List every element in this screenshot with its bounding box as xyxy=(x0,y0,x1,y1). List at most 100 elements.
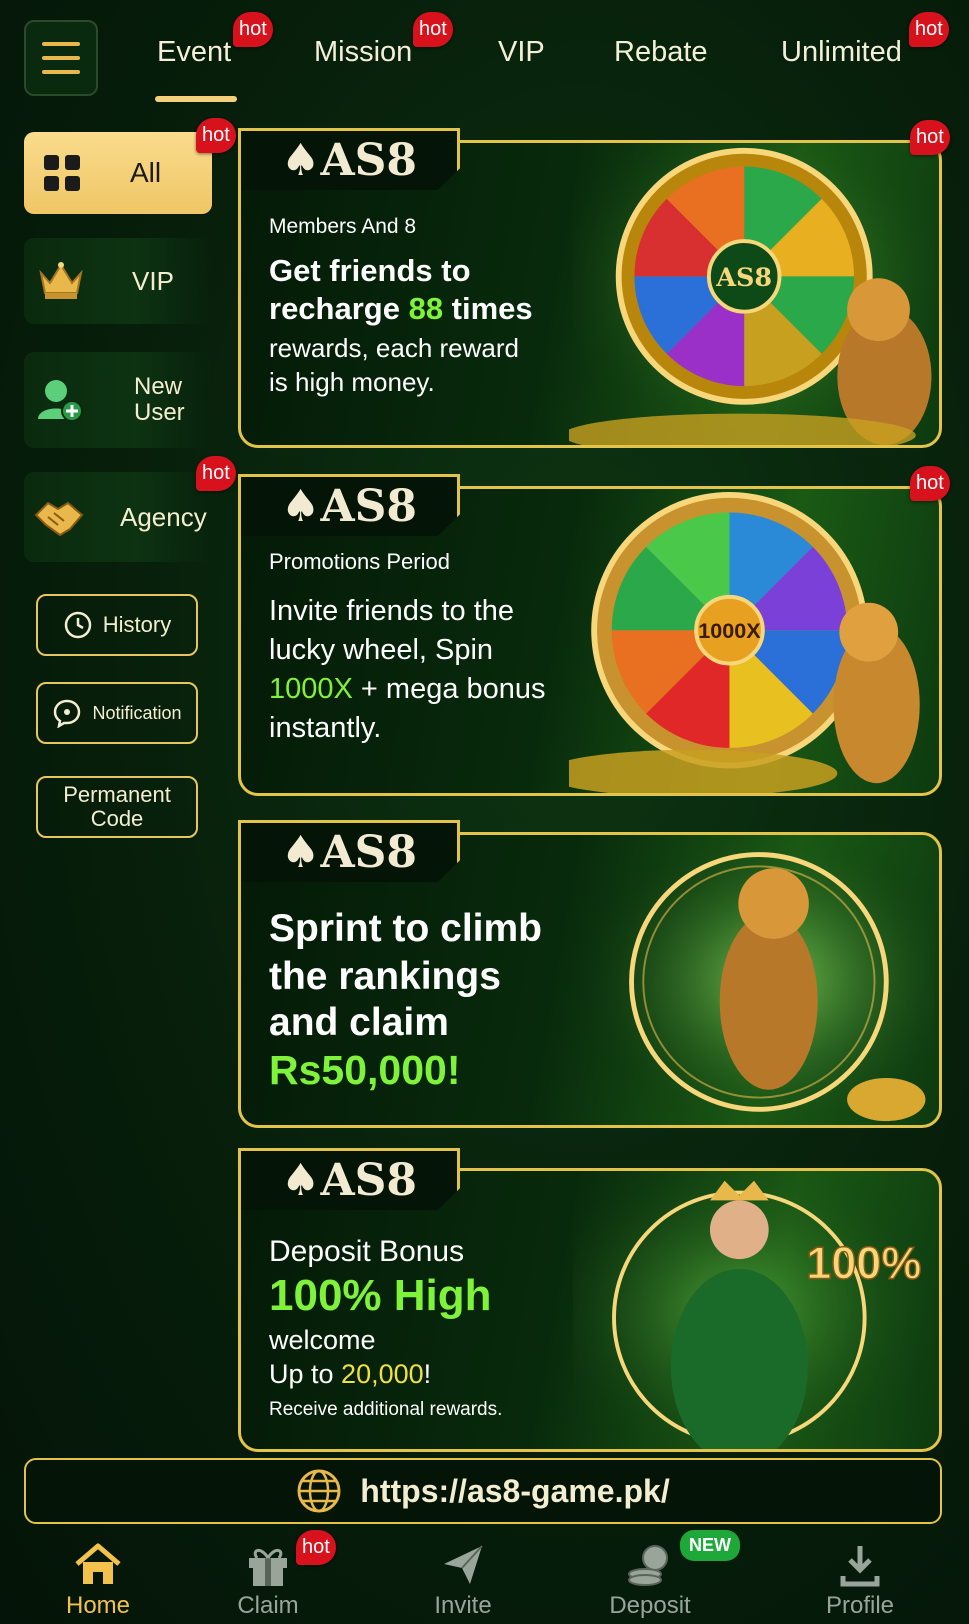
nav-home-label: Home xyxy=(65,1592,131,1619)
banner-headline: Get friends to xyxy=(269,253,471,288)
sidebar-item-label: Agency xyxy=(120,501,207,532)
promo-banner-deposit-bonus[interactable]: 100% Deposit Bonus 100% High welcome Up … xyxy=(238,1168,942,1452)
hot-badge: hot xyxy=(909,12,949,47)
nav-profile-label: Profile xyxy=(825,1592,895,1619)
new-badge: NEW xyxy=(680,1530,740,1561)
tab-rebate[interactable]: Rebate xyxy=(614,36,708,69)
globe-icon xyxy=(297,1469,341,1513)
chat-bubble-icon xyxy=(54,699,81,728)
handshake-icon xyxy=(34,501,84,537)
notification-button[interactable]: Notification xyxy=(36,682,198,744)
body-text: ! xyxy=(423,1359,432,1389)
as8-logo: ♠ AS8 xyxy=(238,1148,460,1210)
headline-text: + mega bonus xyxy=(352,673,546,705)
notification-label: Notification xyxy=(92,702,182,723)
logo-text: AS8 xyxy=(320,1155,417,1206)
banner-subtitle: Members And 8 xyxy=(269,215,417,238)
tab-vip-label: VIP xyxy=(498,36,545,68)
nav-home[interactable]: Home xyxy=(28,1534,168,1620)
logo-text: AS8 xyxy=(320,135,417,186)
website-url-bar[interactable]: https://as8-game.pk/ xyxy=(24,1458,942,1524)
tab-event-label: Event xyxy=(157,36,232,68)
banner-headline: the rankings xyxy=(269,955,501,998)
lucky-wheel-art: 1000X xyxy=(569,491,920,793)
headline-text: times xyxy=(443,291,533,326)
history-label: History xyxy=(102,612,172,637)
tab-mission[interactable]: Mission xyxy=(314,36,412,69)
banner-headline: instantly. xyxy=(269,712,382,744)
wheel-center-label: AS8 xyxy=(715,263,772,293)
logo-text: AS8 xyxy=(320,481,417,532)
banner-headline: Invite friends to the xyxy=(269,595,515,627)
grid-icon xyxy=(44,155,80,191)
hot-badge: hot xyxy=(910,120,950,155)
banner-art-text: 100% xyxy=(806,1238,921,1289)
logo-text: AS8 xyxy=(320,827,417,878)
history-button[interactable]: History xyxy=(36,594,198,656)
tiger-warrior-art xyxy=(572,835,936,1125)
body-highlight: 20,000 xyxy=(341,1359,424,1389)
tab-mission-label: Mission xyxy=(314,36,413,68)
headline-highlight: 88 xyxy=(408,291,444,326)
as8-logo: ♠ AS8 xyxy=(238,820,460,882)
coins-icon xyxy=(628,1545,668,1586)
hamburger-line xyxy=(42,70,80,74)
hot-badge: hot xyxy=(296,1530,336,1565)
nav-deposit-label: Deposit xyxy=(609,1592,691,1619)
banner-subtitle: Deposit Bonus xyxy=(269,1235,465,1268)
home-icon xyxy=(75,1543,121,1584)
sidebar-item-label: All xyxy=(130,157,162,188)
prize-wheel-art: AS8 xyxy=(569,143,936,445)
banner-body: rewards, each reward xyxy=(269,333,519,363)
sidebar-item-agency[interactable]: Agency xyxy=(24,472,212,562)
permanent-code-label: Permanent Code xyxy=(63,781,171,831)
crown-icon xyxy=(39,262,83,299)
as8-logo: ♠ AS8 xyxy=(238,474,460,536)
add-user-icon xyxy=(38,380,83,422)
sidebar-item-new-user[interactable]: New User xyxy=(24,352,212,448)
hot-badge: hot xyxy=(196,118,236,153)
clock-icon xyxy=(64,611,92,639)
nav-invite[interactable]: Invite xyxy=(393,1534,533,1620)
queen-character-art: 100% xyxy=(572,1171,936,1449)
headline-text: recharge xyxy=(269,291,409,326)
tab-event[interactable]: Event xyxy=(157,36,231,69)
menu-button[interactable] xyxy=(24,20,98,96)
banner-body: is high money. xyxy=(269,367,435,397)
banner-body: welcome xyxy=(269,1325,376,1355)
body-text: Up to xyxy=(269,1359,342,1389)
sidebar-item-all[interactable]: All xyxy=(24,132,212,214)
tab-rebate-label: Rebate xyxy=(614,36,708,68)
tab-unlimited[interactable]: Unlimited xyxy=(781,36,902,69)
headline-highlight: 1000X xyxy=(269,673,353,705)
tab-vip[interactable]: VIP xyxy=(498,36,545,69)
wheel-center-label: 1000X xyxy=(698,618,761,643)
sidebar-item-label: VIP xyxy=(132,265,174,296)
paper-plane-icon xyxy=(444,1545,483,1584)
nav-invite-label: Invite xyxy=(434,1592,492,1619)
gift-icon xyxy=(249,1549,287,1586)
banner-headline-line3: 1000X + mega bonus xyxy=(269,673,546,706)
hamburger-line xyxy=(42,56,80,60)
nav-profile[interactable]: Profile xyxy=(790,1534,930,1620)
banner-headline: 100% High xyxy=(269,1271,492,1320)
banner-headline-line2: recharge 88 times xyxy=(269,291,533,327)
download-icon xyxy=(840,1546,880,1587)
hot-badge: hot xyxy=(233,12,273,47)
nav-claim-label: Claim xyxy=(237,1592,299,1619)
hamburger-line xyxy=(42,42,80,46)
banner-subtitle: Promotions Period xyxy=(269,549,450,574)
active-tab-indicator xyxy=(155,96,237,102)
tab-unlimited-label: Unlimited xyxy=(781,36,902,68)
sidebar-item-vip[interactable]: VIP xyxy=(24,238,212,324)
permanent-code-button[interactable]: Permanent Code xyxy=(36,776,198,838)
sidebar-item-label: New User xyxy=(134,372,185,426)
hot-badge: hot xyxy=(196,456,236,491)
banner-headline: Sprint to climb xyxy=(269,907,542,950)
as8-logo: ♠ AS8 xyxy=(238,128,460,190)
banner-headline: lucky wheel, Spin xyxy=(269,634,494,666)
banner-prize-amount: Rs50,000! xyxy=(269,1047,461,1093)
hot-badge: hot xyxy=(413,12,453,47)
banner-body-line4: Up to 20,000! xyxy=(269,1359,431,1390)
website-url: https://as8-game.pk/ xyxy=(360,1472,670,1509)
